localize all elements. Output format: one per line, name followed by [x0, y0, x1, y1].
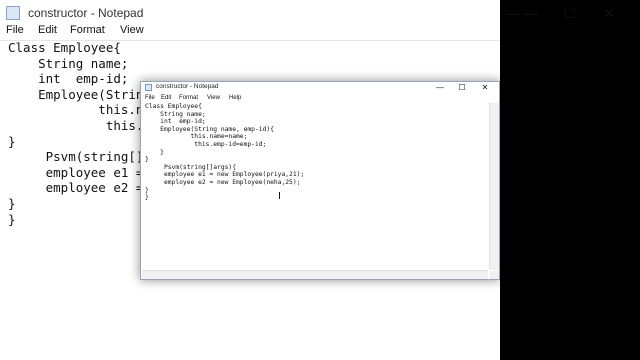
window-title: constructor - Notepad [156, 83, 219, 90]
background-menu-file: File [6, 24, 24, 36]
code-text[interactable]: Class Employee{ String name; int emp-id;… [145, 103, 304, 202]
background-menu-bar: File Edit Format View [0, 24, 500, 41]
background-menu-format: Format [70, 24, 105, 36]
background-window-title: constructor - Notepad [28, 6, 144, 20]
background-minimize-icon: — [524, 5, 538, 21]
notepad-app-icon [145, 84, 152, 91]
background-maximize-icon: ☐ [563, 5, 577, 21]
title-bar[interactable]: constructor - Notepad — ☐ ✕ [141, 82, 499, 94]
background-close-icon: ✕ [603, 5, 615, 21]
notepad-window: constructor - Notepad — ☐ ✕ File Edit Fo… [140, 81, 500, 280]
close-button[interactable]: ✕ [478, 82, 492, 93]
minimize-button[interactable]: — [433, 82, 447, 93]
notepad-app-icon [6, 6, 20, 20]
menu-format[interactable]: Format [179, 95, 198, 101]
menu-file[interactable]: File [145, 95, 155, 101]
menu-help[interactable]: Help [229, 95, 241, 101]
resize-grip[interactable] [490, 271, 499, 279]
background-code-text: Class Employee{ String name; int emp-id;… [8, 40, 151, 227]
text-editor-area[interactable]: Class Employee{ String name; int emp-id;… [142, 103, 488, 270]
text-cursor [279, 192, 280, 199]
menu-edit[interactable]: Edit [161, 95, 171, 101]
minimize-icon: — [506, 5, 520, 21]
menu-view[interactable]: View [207, 95, 220, 101]
background-menu-view: View [120, 24, 144, 36]
horizontal-scrollbar[interactable] [142, 270, 488, 279]
maximize-button[interactable]: ☐ [455, 82, 469, 93]
vertical-scrollbar[interactable] [489, 103, 499, 270]
background-menu-edit: Edit [38, 24, 57, 36]
